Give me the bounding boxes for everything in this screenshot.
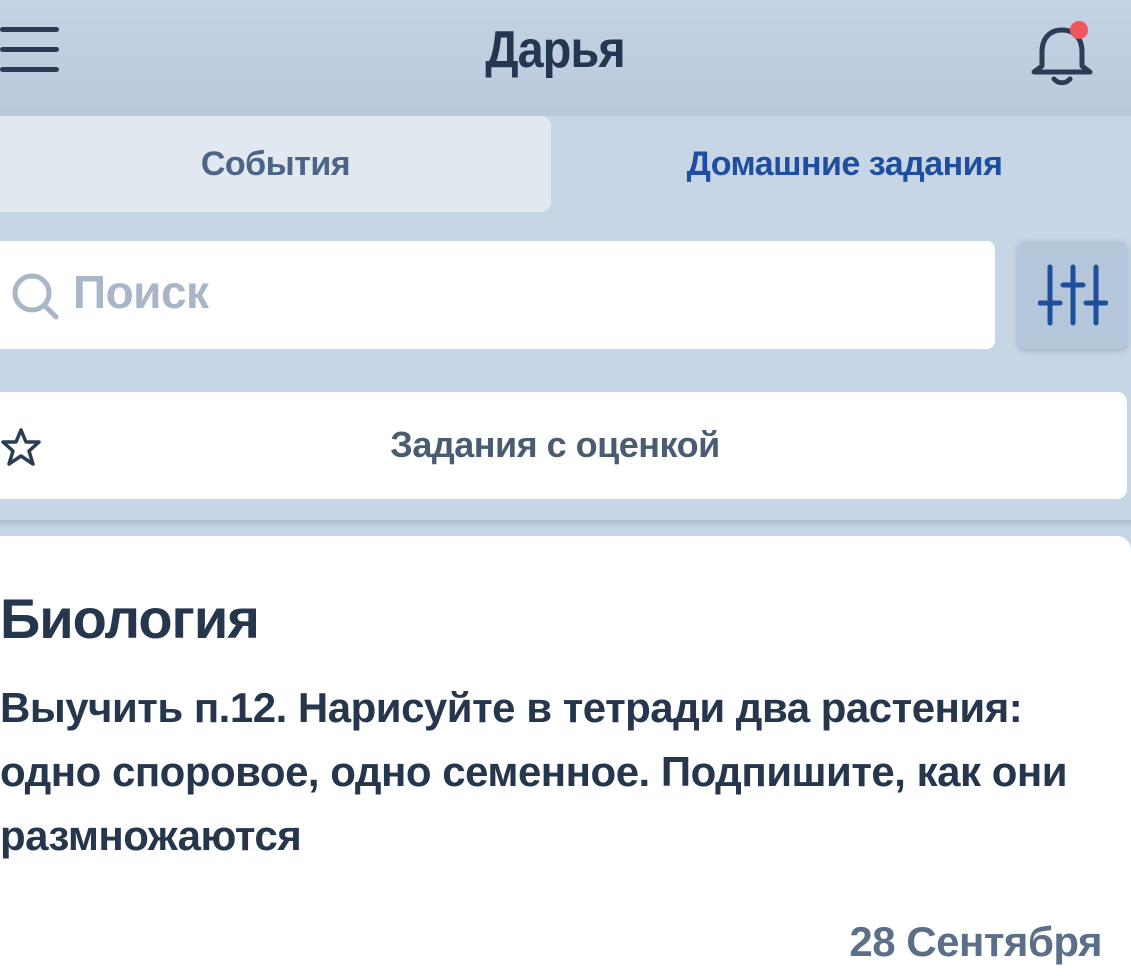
search-placeholder: Поиск (73, 266, 209, 318)
bell-icon[interactable] (1028, 18, 1100, 88)
tab-homework[interactable]: Домашние задания (558, 116, 1131, 212)
page-title: Дарья (485, 21, 625, 79)
search-input[interactable]: Поиск (0, 241, 995, 349)
sliders-icon (1038, 264, 1108, 326)
app-header: Дарья (0, 0, 1131, 116)
notification-dot (1070, 21, 1088, 39)
filter-button[interactable] (1018, 241, 1127, 349)
homework-date: 28 Сентября (849, 918, 1102, 965)
homework-text: Выучить п.12. Нарисуйте в тетради два ра… (0, 684, 1068, 859)
homework-subject: Биология (0, 587, 260, 650)
tab-events[interactable]: События (0, 116, 551, 212)
tab-bar: События Домашние задания (0, 116, 1131, 216)
graded-filter-label: Задания с оценкой (390, 424, 720, 465)
menu-icon[interactable] (0, 27, 60, 73)
search-icon (12, 273, 59, 320)
divider (0, 520, 1131, 528)
